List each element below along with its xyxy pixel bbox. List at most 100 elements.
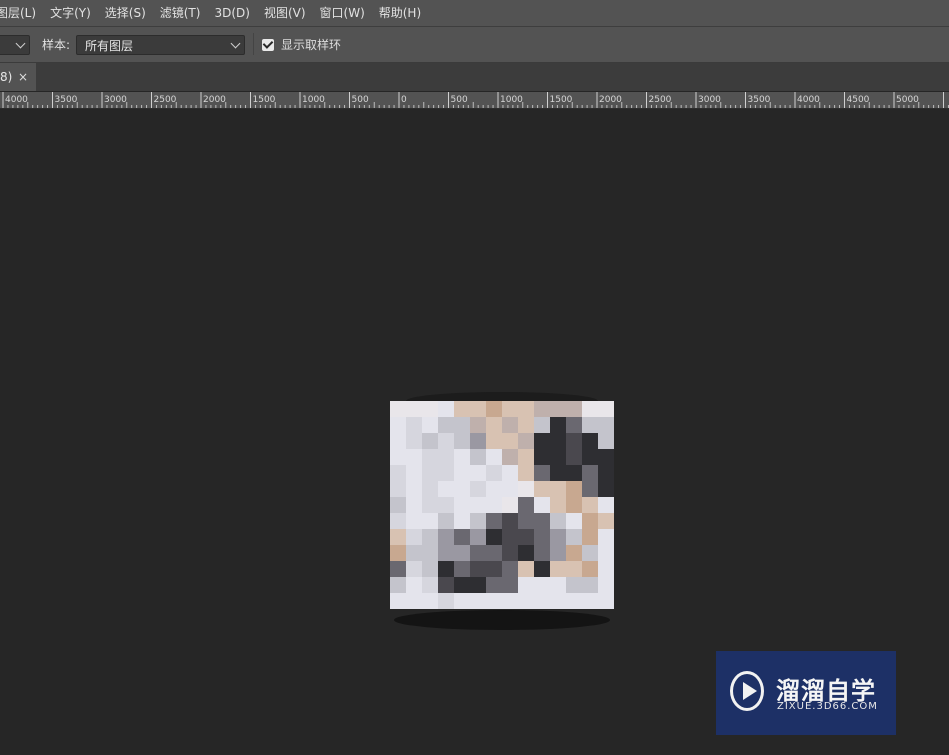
image-pixel — [454, 401, 470, 417]
image-pixel — [566, 481, 582, 497]
options-bar: 样本: 所有图层 显示取样环 — [0, 27, 949, 63]
menu-layer[interactable]: 图层(L) — [0, 0, 43, 26]
image-pixel — [470, 545, 486, 561]
ruler-label: 500 — [451, 95, 468, 105]
image-pixel — [470, 529, 486, 545]
image-pixel — [582, 481, 598, 497]
image-pixel — [390, 417, 406, 433]
image-pixel — [582, 449, 598, 465]
image-pixel — [406, 593, 422, 609]
image-pixel — [598, 529, 614, 545]
image-pixel — [422, 449, 438, 465]
horizontal-ruler[interactable]: 4000 3500 3000 2500 2000 1500 1000 500 0 500 1000 1… — [0, 92, 949, 109]
menu-help[interactable]: 帮助(H) — [372, 0, 428, 26]
image-pixel — [598, 497, 614, 513]
image-pixel — [422, 577, 438, 593]
menu-filter[interactable]: 滤镜(T) — [153, 0, 208, 26]
image-pixel — [566, 529, 582, 545]
menu-select[interactable]: 选择(S) — [98, 0, 153, 26]
ruler-label: 1500 — [253, 95, 276, 105]
image-pixel — [598, 593, 614, 609]
image-pixel — [502, 545, 518, 561]
image-pixel — [454, 497, 470, 513]
image-pixel — [470, 561, 486, 577]
image-pixel — [550, 593, 566, 609]
image-pixel — [486, 433, 502, 449]
image-pixel — [390, 497, 406, 513]
image-pixel — [390, 593, 406, 609]
image-pixel — [566, 433, 582, 449]
sample-size-select[interactable] — [0, 35, 30, 55]
image-pixel — [454, 513, 470, 529]
ruler-label: 2500 — [649, 95, 672, 105]
ruler-label: 500 — [352, 95, 369, 105]
image-pixel — [534, 577, 550, 593]
image-pixel — [518, 561, 534, 577]
image-pixel — [422, 561, 438, 577]
ruler-label: 4500 — [847, 95, 870, 105]
image-pixel — [470, 497, 486, 513]
image-pixel — [534, 401, 550, 417]
image-pixel — [534, 545, 550, 561]
ruler-label: 3500 — [55, 95, 78, 105]
image-pixel — [406, 401, 422, 417]
image-pixel — [598, 465, 614, 481]
image-pixel — [518, 401, 534, 417]
image-pixel — [598, 401, 614, 417]
image-pixel — [438, 593, 454, 609]
image-pixel — [438, 561, 454, 577]
image-pixel — [550, 401, 566, 417]
sample-select[interactable]: 所有图层 — [76, 35, 245, 55]
menu-window[interactable]: 窗口(W) — [313, 0, 372, 26]
image-pixel — [598, 449, 614, 465]
image-pixel — [486, 561, 502, 577]
ruler-label: 3500 — [748, 95, 771, 105]
image-pixel — [598, 577, 614, 593]
menu-3d[interactable]: 3D(D) — [207, 0, 256, 26]
image-pixel — [566, 417, 582, 433]
show-sampling-ring-toggle[interactable]: 显示取样环 — [262, 36, 341, 53]
image-pixel — [438, 577, 454, 593]
image-pixel — [518, 497, 534, 513]
image-pixel — [582, 529, 598, 545]
image-pixel — [438, 513, 454, 529]
document-tab-title: 8) — [0, 70, 13, 84]
image-pixel — [406, 545, 422, 561]
image-pixel — [454, 433, 470, 449]
document-tab[interactable]: 8) × — [0, 63, 36, 91]
image-pixel — [406, 577, 422, 593]
image-pixel — [406, 529, 422, 545]
image-pixel — [566, 593, 582, 609]
sample-label: 样本: — [42, 38, 71, 52]
menu-view[interactable]: 视图(V) — [257, 0, 313, 26]
menu-type[interactable]: 文字(Y) — [43, 0, 98, 26]
image-pixel — [518, 593, 534, 609]
image-pixel — [550, 433, 566, 449]
image-pixel — [406, 433, 422, 449]
ruler-label: 1000 — [302, 95, 325, 105]
image-pixel — [390, 465, 406, 481]
image-pixel — [422, 529, 438, 545]
image-pixel — [486, 593, 502, 609]
image-pixel — [518, 513, 534, 529]
ruler-label: 4000 — [5, 95, 28, 105]
image-pixel — [550, 529, 566, 545]
image-pixel — [502, 593, 518, 609]
image-pixel — [454, 561, 470, 577]
image-pixel — [486, 545, 502, 561]
image-pixel — [454, 449, 470, 465]
close-icon[interactable]: × — [18, 63, 28, 91]
image-pixel — [438, 417, 454, 433]
image-pixel — [502, 497, 518, 513]
image-pixel — [470, 449, 486, 465]
image-pixel — [502, 417, 518, 433]
image-pixel — [438, 529, 454, 545]
image-pixel — [486, 513, 502, 529]
image-pixel — [598, 417, 614, 433]
image-pixel — [454, 417, 470, 433]
checkbox-checked-icon[interactable] — [262, 38, 274, 51]
image-pixel — [518, 465, 534, 481]
image-pixel — [406, 561, 422, 577]
image-pixel — [566, 513, 582, 529]
image-pixel — [406, 481, 422, 497]
